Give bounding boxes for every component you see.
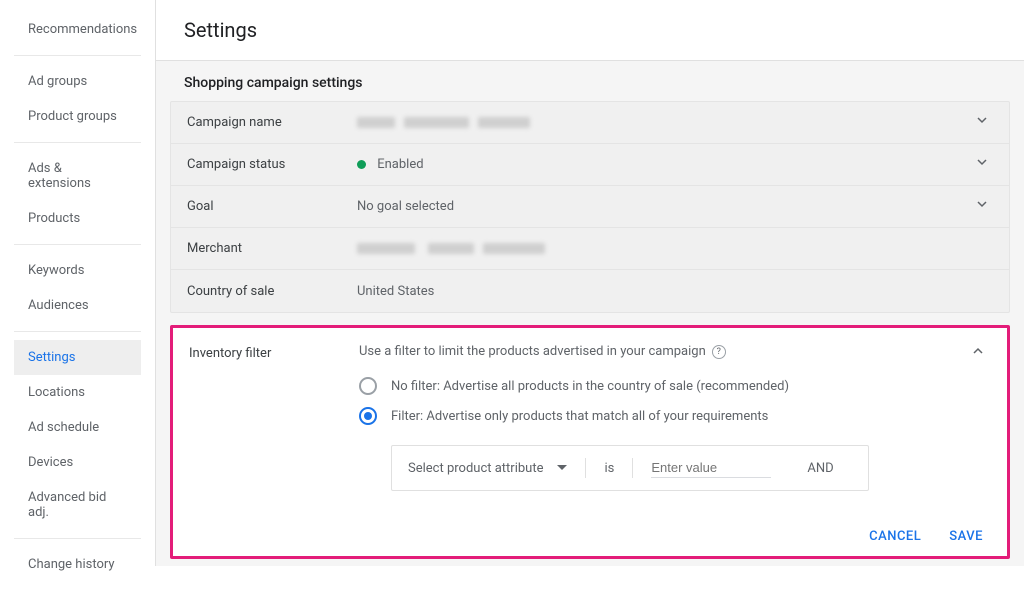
expand-icon[interactable]: [969, 115, 993, 131]
dropdown-caret-icon[interactable]: [557, 465, 567, 471]
status-dot-icon: [357, 160, 366, 169]
radio-label: No filter: Advertise all products in the…: [391, 379, 789, 394]
left-sidebar: Recommendations Ad groups Product groups…: [0, 0, 156, 566]
row-goal[interactable]: Goal No goal selected: [171, 186, 1009, 228]
row-value: No goal selected: [357, 199, 969, 214]
help-icon[interactable]: ?: [712, 345, 726, 359]
sidebar-item-locations[interactable]: Locations: [14, 375, 141, 410]
radio-label: Filter: Advertise only products that mat…: [391, 409, 768, 424]
inventory-filter-panel: Inventory filter Use a filter to limit t…: [170, 325, 1010, 559]
sidebar-item-ad-schedule[interactable]: Ad schedule: [14, 410, 141, 445]
row-label: Goal: [187, 199, 357, 214]
row-value-redacted: [357, 115, 969, 130]
sidebar-item-keywords[interactable]: Keywords: [14, 253, 141, 288]
radio-no-filter[interactable]: [359, 377, 377, 395]
page-title: Settings: [156, 0, 1024, 60]
sidebar-item-ads-extensions[interactable]: Ads & extensions: [14, 151, 141, 201]
row-label: Merchant: [187, 241, 357, 256]
filter-condition-row: Select product attribute is AND: [391, 445, 869, 491]
row-campaign-status[interactable]: Campaign status Enabled: [171, 144, 1009, 186]
row-merchant: Merchant: [171, 228, 1009, 270]
attribute-dropdown[interactable]: Select product attribute: [408, 461, 543, 476]
row-label: Country of sale: [187, 284, 357, 299]
section-heading: Shopping campaign settings: [170, 61, 1010, 101]
expand-icon[interactable]: [969, 199, 993, 215]
collapse-icon[interactable]: [967, 344, 991, 497]
row-label: Campaign name: [187, 115, 357, 130]
sidebar-item-settings[interactable]: Settings: [14, 340, 141, 375]
status-text: Enabled: [377, 157, 423, 172]
sidebar-item-audiences[interactable]: Audiences: [14, 288, 141, 323]
sidebar-item-product-groups[interactable]: Product groups: [14, 99, 141, 134]
and-button[interactable]: AND: [789, 458, 851, 478]
row-label: Campaign status: [187, 157, 357, 172]
row-campaign-name[interactable]: Campaign name: [171, 102, 1009, 144]
panel-help-text: Use a filter to limit the products adver…: [359, 344, 706, 359]
row-value-redacted: [357, 241, 969, 256]
operator-label: is: [585, 458, 633, 478]
sidebar-item-change-history[interactable]: Change history: [14, 547, 141, 582]
sidebar-item-devices[interactable]: Devices: [14, 445, 141, 480]
sidebar-item-advanced-bid-adj[interactable]: Advanced bid adj.: [14, 480, 141, 530]
sidebar-item-ad-groups[interactable]: Ad groups: [14, 64, 141, 99]
row-country-of-sale: Country of sale United States: [171, 270, 1009, 312]
sidebar-item-recommendations[interactable]: Recommendations: [14, 12, 141, 47]
row-value: Enabled: [357, 157, 969, 172]
main-content: Settings Shopping campaign settings Camp…: [156, 0, 1024, 566]
radio-filter[interactable]: [359, 407, 377, 425]
expand-icon[interactable]: [969, 157, 993, 173]
panel-heading: Inventory filter: [189, 344, 359, 497]
value-input[interactable]: [651, 458, 771, 478]
campaign-settings-card: Campaign name Campaign status Enabled: [170, 101, 1010, 313]
sidebar-item-products[interactable]: Products: [14, 201, 141, 236]
cancel-button[interactable]: CANCEL: [869, 529, 921, 544]
save-button[interactable]: SAVE: [949, 529, 983, 544]
row-value: United States: [357, 284, 969, 299]
